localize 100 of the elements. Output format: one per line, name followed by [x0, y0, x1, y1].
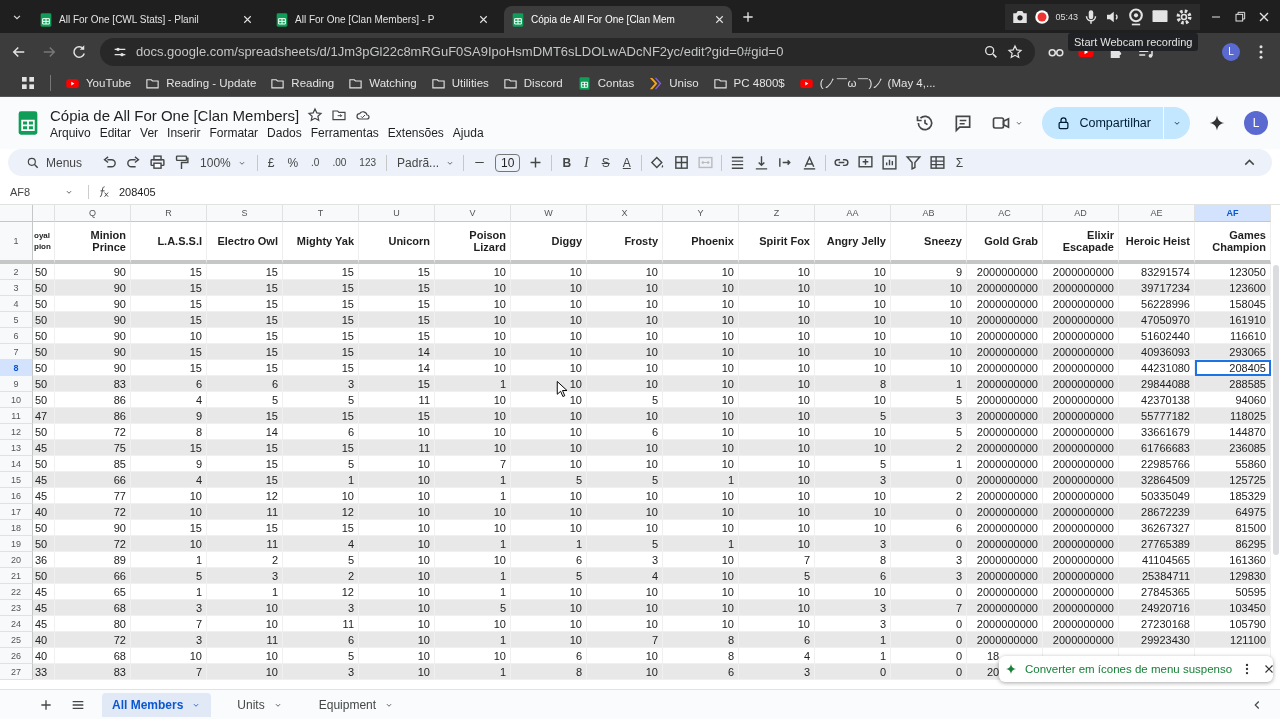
column-letter[interactable]: AA	[815, 205, 891, 222]
document-title[interactable]: Cópia de All For One [Clan Members]	[50, 106, 300, 124]
table-cell[interactable]: 15	[207, 408, 283, 424]
table-cell[interactable]: 83	[55, 376, 131, 392]
bookmark[interactable]: YouTube	[65, 75, 132, 91]
table-cell[interactable]: 10	[891, 344, 967, 360]
table-cell[interactable]: 1	[815, 632, 891, 648]
table-cell[interactable]: 40936093	[1119, 344, 1195, 360]
table-cell[interactable]: 8	[511, 664, 587, 680]
row-number[interactable]: 26	[0, 648, 33, 664]
table-cell[interactable]: 10	[511, 376, 587, 392]
table-cell[interactable]: 1	[435, 632, 511, 648]
table-cell[interactable]: 47050970	[1119, 312, 1195, 328]
sheet-tab[interactable]: Equipment	[308, 692, 405, 717]
table-cell[interactable]: 2000000000	[967, 632, 1043, 648]
table-cell[interactable]: 10	[739, 376, 815, 392]
table-cell[interactable]: 6	[815, 568, 891, 584]
table-cell[interactable]: 1	[283, 472, 359, 488]
table-cell[interactable]: 10	[511, 600, 587, 616]
table-cell[interactable]: 3	[815, 472, 891, 488]
table-cell[interactable]: 3	[131, 600, 207, 616]
number-format-button[interactable]: 123	[356, 157, 380, 168]
table-cell[interactable]: 288585	[1195, 376, 1271, 392]
browser-tab[interactable]: All For One [CWL Stats] - Planil	[32, 6, 260, 33]
table-cell[interactable]: 15	[283, 440, 359, 456]
table-cell[interactable]: 1	[891, 376, 967, 392]
menu-item[interactable]: Extensões	[387, 125, 444, 140]
table-cell[interactable]: 0	[815, 664, 891, 680]
table-cell[interactable]: 10	[815, 312, 891, 328]
table-cell[interactable]: 7	[891, 600, 967, 616]
row-number[interactable]: 4	[0, 296, 33, 312]
table-cell[interactable]: 10	[435, 504, 511, 520]
table-cell[interactable]: 1	[511, 536, 587, 552]
table-cell[interactable]: 10	[511, 632, 587, 648]
table-cell[interactable]: 0	[891, 536, 967, 552]
table-cell[interactable]: 10	[435, 344, 511, 360]
table-cell[interactable]: 6	[739, 632, 815, 648]
table-cell[interactable]: 2000000000	[1043, 376, 1119, 392]
table-cell[interactable]: 15	[283, 344, 359, 360]
table-cell[interactable]: 125725	[1195, 472, 1271, 488]
table-cell[interactable]: 7	[587, 632, 663, 648]
close-icon[interactable]	[713, 13, 726, 26]
zoom-dropdown[interactable]: 100%	[197, 155, 250, 170]
table-cell[interactable]: 15	[359, 280, 435, 296]
table-cell[interactable]: 2000000000	[1043, 312, 1119, 328]
column-letter[interactable]: AC	[967, 205, 1043, 222]
font-dropdown[interactable]: Padrã...	[394, 155, 457, 170]
table-cell[interactable]: 72	[55, 632, 131, 648]
table-cell[interactable]: 10	[663, 504, 739, 520]
text-color-button[interactable]: A	[619, 155, 634, 170]
column-letter[interactable]: U	[359, 205, 435, 222]
table-cell[interactable]: 33	[33, 664, 55, 680]
table-cell[interactable]: 129830	[1195, 568, 1271, 584]
table-cell[interactable]: 32864509	[1119, 472, 1195, 488]
table-cell[interactable]: 10	[359, 472, 435, 488]
row-number[interactable]: 14	[0, 456, 33, 472]
table-cell[interactable]: 12	[283, 504, 359, 520]
menu-item[interactable]: Ver	[140, 125, 159, 140]
table-cell[interactable]: 14	[359, 344, 435, 360]
browser-tab[interactable]: All For One [Clan Members] - P	[268, 6, 496, 33]
table-cell[interactable]: 2000000000	[1043, 472, 1119, 488]
table-cell[interactable]: 15	[283, 408, 359, 424]
table-cell[interactable]: 3	[891, 568, 967, 584]
italic-button[interactable]: I	[581, 154, 592, 171]
formula-field[interactable]: 208405	[119, 186, 156, 198]
table-cell[interactable]: 10	[739, 408, 815, 424]
table-cell[interactable]: 2000000000	[967, 312, 1043, 328]
bookmark[interactable]: Contas	[576, 75, 635, 91]
filter-button[interactable]	[904, 154, 922, 171]
table-cell[interactable]: 5	[511, 472, 587, 488]
search-icon[interactable]	[983, 43, 999, 60]
table-cell[interactable]: 10	[891, 280, 967, 296]
table-cell[interactable]: 2000000000	[967, 504, 1043, 520]
table-cell[interactable]: 293065	[1195, 344, 1271, 360]
table-cell[interactable]: 2	[283, 568, 359, 584]
row-number[interactable]: 19	[0, 536, 33, 552]
table-cell[interactable]: 11	[207, 504, 283, 520]
table-cell[interactable]: 90	[55, 344, 131, 360]
table-cell[interactable]: 6	[663, 664, 739, 680]
column-letter[interactable]: AE	[1119, 205, 1195, 222]
column-letter[interactable]: V	[435, 205, 511, 222]
currency-button[interactable]: £	[264, 155, 278, 170]
table-cell[interactable]: 15	[359, 376, 435, 392]
row-number[interactable]: 10	[0, 392, 33, 408]
table-cell[interactable]: 66	[55, 472, 131, 488]
table-cell[interactable]: 4	[131, 472, 207, 488]
table-cell[interactable]: 15	[207, 472, 283, 488]
table-cell[interactable]: 10	[131, 504, 207, 520]
table-cell[interactable]: 15	[207, 280, 283, 296]
table-cell[interactable]: 10	[815, 280, 891, 296]
table-cell[interactable]: 2000000000	[1043, 632, 1119, 648]
row-number[interactable]: 20	[0, 552, 33, 568]
row-number[interactable]: 5	[0, 312, 33, 328]
table-cell[interactable]: 10	[815, 504, 891, 520]
table-cell[interactable]: 10	[511, 408, 587, 424]
table-cell[interactable]: 9	[131, 408, 207, 424]
column-letter[interactable]: W	[511, 205, 587, 222]
strikethrough-button[interactable]: S	[598, 155, 613, 170]
table-cell[interactable]: 50	[33, 312, 55, 328]
table-cell[interactable]: 3	[283, 376, 359, 392]
